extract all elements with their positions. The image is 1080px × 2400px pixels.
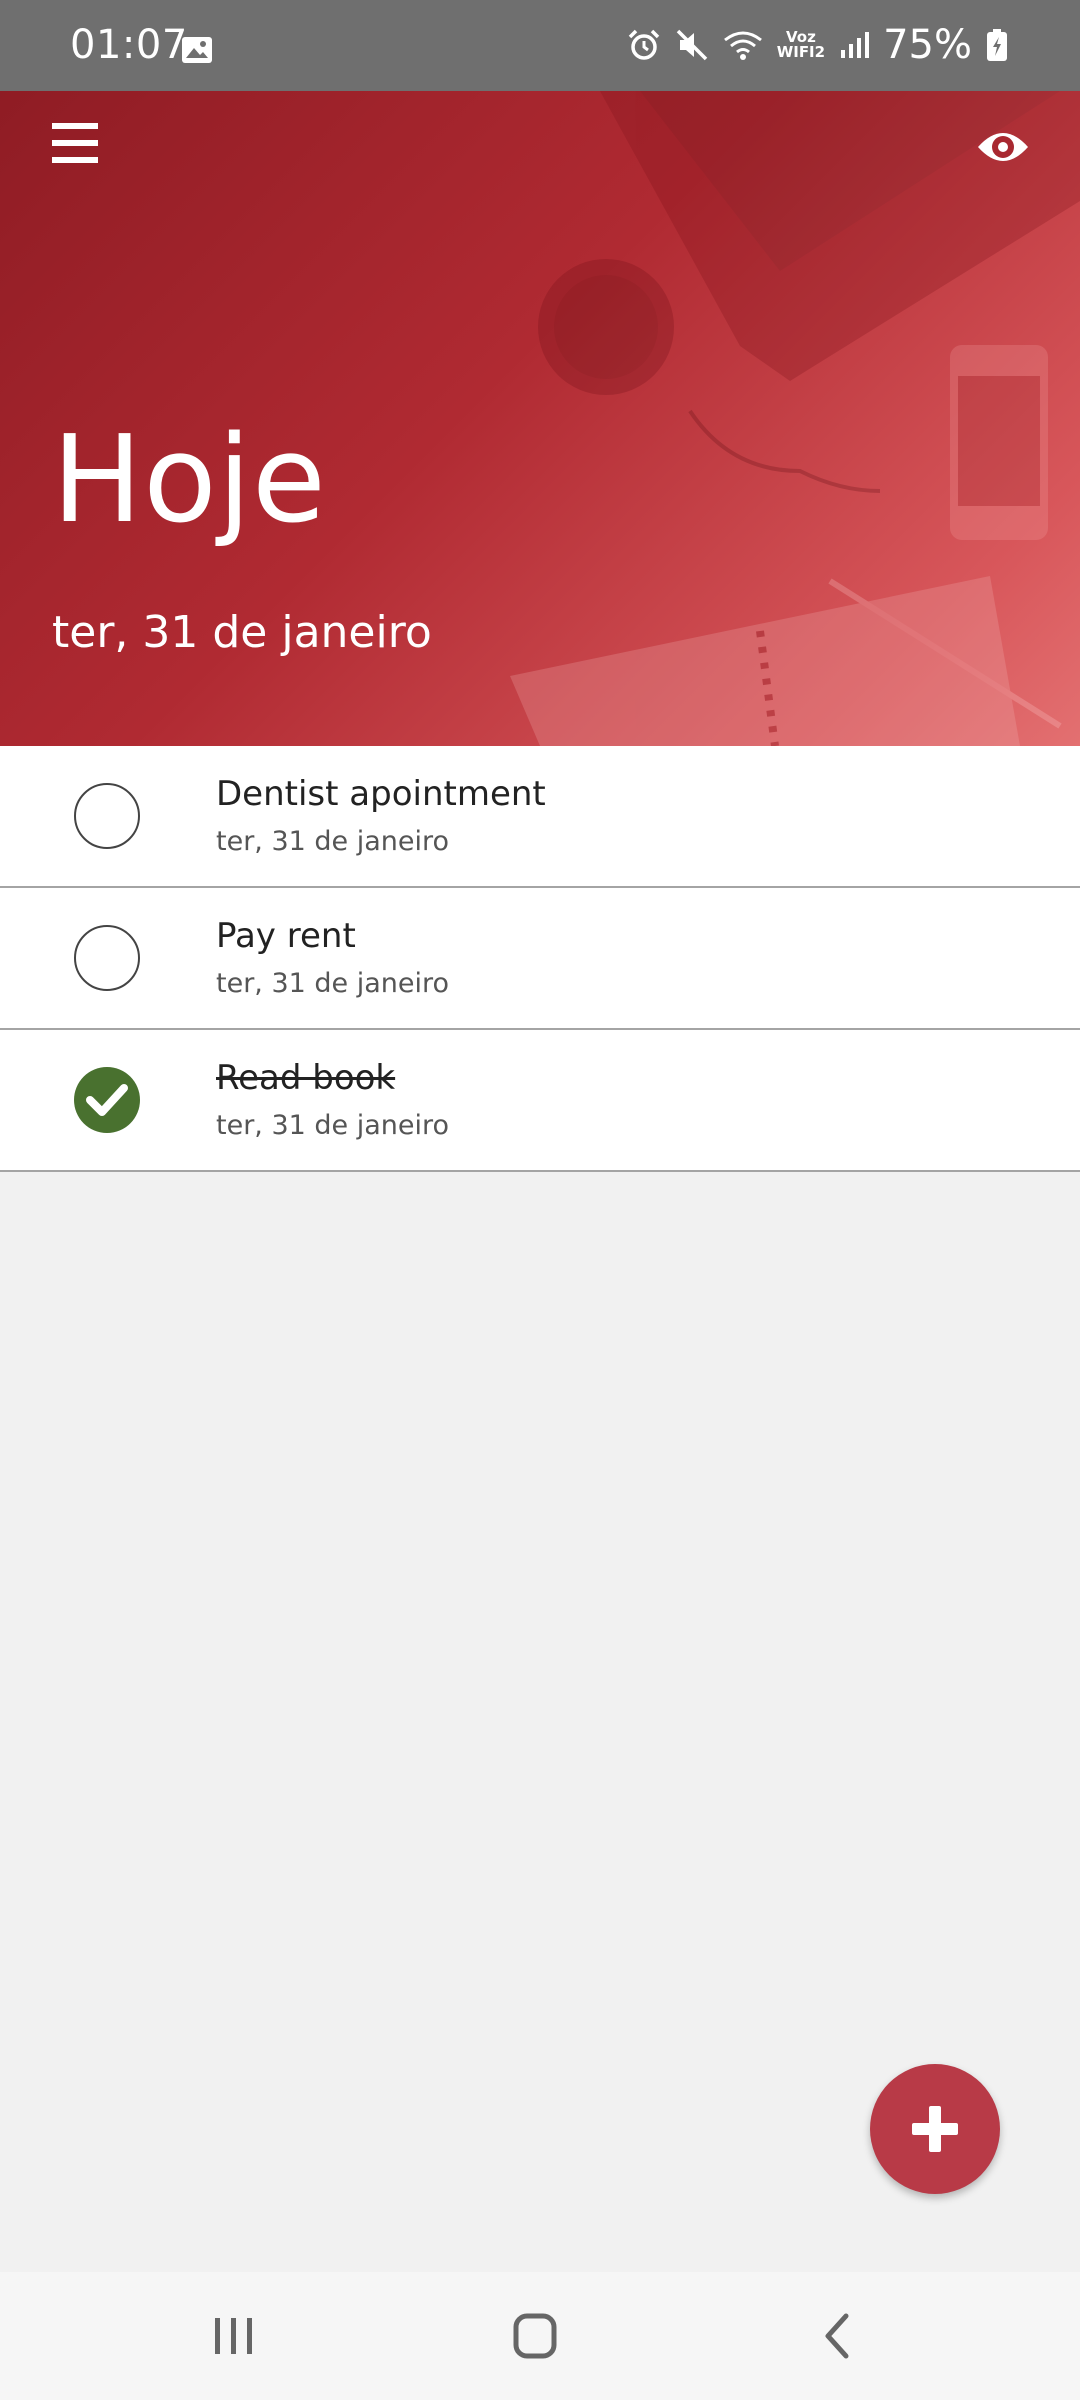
task-row[interactable]: Pay rent ter, 31 de janeiro xyxy=(0,888,1080,1030)
back-icon[interactable] xyxy=(808,2310,868,2362)
task-title: Dentist apointment xyxy=(216,774,546,814)
system-nav-bar xyxy=(0,2272,1080,2400)
checkmark-icon xyxy=(86,1084,128,1116)
task-checkbox[interactable] xyxy=(74,783,140,849)
page-date: ter, 31 de janeiro xyxy=(52,607,432,658)
status-bar: 01:07 Voz WIFI2 75% xyxy=(0,0,1080,91)
task-title: Pay rent xyxy=(216,916,356,956)
recents-icon[interactable] xyxy=(203,2310,263,2362)
mute-icon xyxy=(676,29,707,61)
header-banner: Hoje ter, 31 de janeiro xyxy=(0,91,1080,746)
status-time: 01:07 xyxy=(70,22,188,68)
gallery-icon xyxy=(182,37,212,63)
task-date: ter, 31 de janeiro xyxy=(216,1110,450,1141)
task-title: Read book xyxy=(216,1058,396,1098)
task-date: ter, 31 de janeiro xyxy=(216,968,450,999)
wifi-calling-bottom: WIFI2 xyxy=(776,43,826,61)
add-task-button[interactable] xyxy=(870,2064,1000,2194)
plus-icon xyxy=(912,2106,958,2152)
alarm-icon xyxy=(628,29,659,60)
task-row[interactable]: Dentist apointment ter, 31 de janeiro xyxy=(0,746,1080,888)
eye-icon[interactable] xyxy=(976,127,1030,167)
battery-percent: 75% xyxy=(883,22,972,68)
signal-icon xyxy=(841,32,870,58)
wifi-icon xyxy=(723,31,762,60)
task-date: ter, 31 de janeiro xyxy=(216,826,450,857)
battery-icon xyxy=(987,29,1007,61)
task-checkbox[interactable] xyxy=(74,925,140,991)
task-checkbox-checked[interactable] xyxy=(74,1067,140,1133)
wifi-calling-label: Voz WIFI2 xyxy=(777,30,825,60)
task-list: Dentist apointment ter, 31 de janeiro Pa… xyxy=(0,746,1080,1172)
page-title: Hoje xyxy=(52,411,327,550)
task-row[interactable]: Read book ter, 31 de janeiro xyxy=(0,1030,1080,1172)
menu-button[interactable] xyxy=(52,123,98,163)
home-icon[interactable] xyxy=(505,2310,565,2362)
